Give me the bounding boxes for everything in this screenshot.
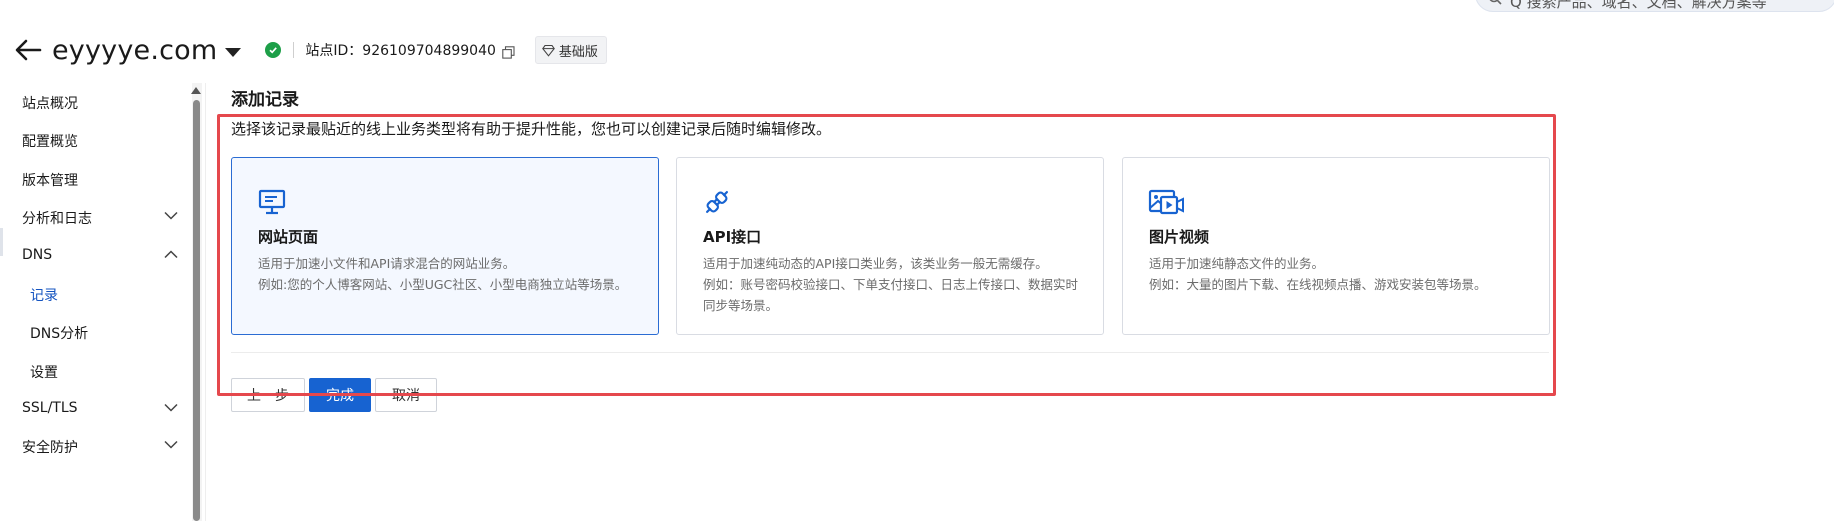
card-desc-line: 适用于加速纯静态文件的业务。 <box>1149 256 1325 271</box>
site-name[interactable]: eyyyye.com <box>52 35 217 66</box>
card-description: 适用于加速小文件和API请求混合的网站业务。 例如:您的个人博客网站、小型UGC… <box>258 253 643 295</box>
chevron-up-icon[interactable] <box>164 250 178 259</box>
chevron-down-icon[interactable] <box>164 403 178 412</box>
plan-label: 基础版 <box>558 44 598 60</box>
sidebar-item-config-overview[interactable]: 配置概览 <box>22 131 78 151</box>
sidebar-item-dns-analytics[interactable]: DNS分析 <box>30 323 88 343</box>
video-camera-icon <box>1148 189 1184 215</box>
site-id: 站点ID：926109704899040 <box>305 43 496 59</box>
sidebar-item-settings[interactable]: 设置 <box>30 362 58 382</box>
prev-step-button[interactable]: 上一步 <box>231 378 305 412</box>
card-api[interactable]: API接口 适用于加速纯动态的API接口类业务，该类业务一般无需缓存。 例如：账… <box>676 157 1104 335</box>
done-button[interactable]: 完成 <box>309 378 371 412</box>
sidebar-divider <box>205 83 206 521</box>
sidebar-scroll-thumb[interactable] <box>193 100 200 521</box>
sidebar-item-version[interactable]: 版本管理 <box>22 170 78 190</box>
scroll-up-arrow-icon[interactable] <box>191 87 201 94</box>
sidebar-item-dns[interactable]: DNS <box>22 247 52 263</box>
back-arrow-icon[interactable] <box>14 36 46 64</box>
global-search-input[interactable]: Q 搜索产品、域名、文档、解决方案等 <box>1475 0 1834 12</box>
monitor-icon <box>258 189 286 215</box>
chevron-down-icon[interactable] <box>164 211 178 220</box>
card-media[interactable]: 图片视频 适用于加速纯静态文件的业务。 例如：大量的图片下载、在线视频点播、游戏… <box>1122 157 1550 335</box>
footer-divider <box>231 352 1549 353</box>
card-website[interactable]: 网站页面 适用于加速小文件和API请求混合的网站业务。 例如:您的个人博客网站、… <box>231 157 659 335</box>
copy-icon[interactable] <box>502 44 515 59</box>
page-title: 添加记录 <box>231 90 299 110</box>
card-title: 图片视频 <box>1149 228 1210 246</box>
card-desc-line: 例如:您的个人博客网站、小型UGC社区、小型电商独立站等场景。 <box>258 277 628 292</box>
page-description: 选择该记录最贴近的线上业务类型将有助于提升性能，您也可以创建记录后随时编辑修改。 <box>231 120 832 138</box>
header-divider <box>293 42 295 58</box>
chevron-down-icon[interactable] <box>225 47 242 57</box>
card-desc-line: 例如：账号密码校验接口、下单支付接口、日志上传接口、数据实时同步等场景。 <box>703 277 1079 313</box>
search-placeholder: Q 搜索产品、域名、文档、解决方案等 <box>1510 0 1767 11</box>
plug-icon <box>706 191 728 213</box>
card-desc-line: 适用于加速小文件和API请求混合的网站业务。 <box>258 256 516 271</box>
plan-badge: 基础版 <box>534 36 607 64</box>
sidebar-item-records[interactable]: 记录 <box>30 285 58 305</box>
diamond-icon <box>542 44 555 57</box>
search-icon <box>1489 0 1502 5</box>
sidebar-collapse-handle[interactable] <box>0 228 3 256</box>
card-desc-line: 例如：大量的图片下载、在线视频点播、游戏安装包等场景。 <box>1149 277 1487 292</box>
sidebar-item-analytics[interactable]: 分析和日志 <box>22 208 92 228</box>
sidebar-item-ssl[interactable]: SSL/TLS <box>22 400 78 416</box>
card-description: 适用于加速纯静态文件的业务。 例如：大量的图片下载、在线视频点播、游戏安装包等场… <box>1149 253 1534 295</box>
card-title: API接口 <box>703 228 762 246</box>
card-title: 网站页面 <box>258 228 319 246</box>
sidebar-item-overview[interactable]: 站点概况 <box>22 93 78 113</box>
chevron-down-icon[interactable] <box>164 440 178 449</box>
site-header: eyyyye.com 站点ID：926109704899040 基础版 <box>14 30 607 70</box>
card-desc-line: 适用于加速纯动态的API接口类业务，该类业务一般无需缓存。 <box>703 256 1048 271</box>
cancel-button[interactable]: 取消 <box>375 378 437 412</box>
card-description: 适用于加速纯动态的API接口类业务，该类业务一般无需缓存。 例如：账号密码校验接… <box>703 253 1088 316</box>
status-ok-icon <box>265 42 282 58</box>
sidebar-item-security[interactable]: 安全防护 <box>22 437 78 457</box>
